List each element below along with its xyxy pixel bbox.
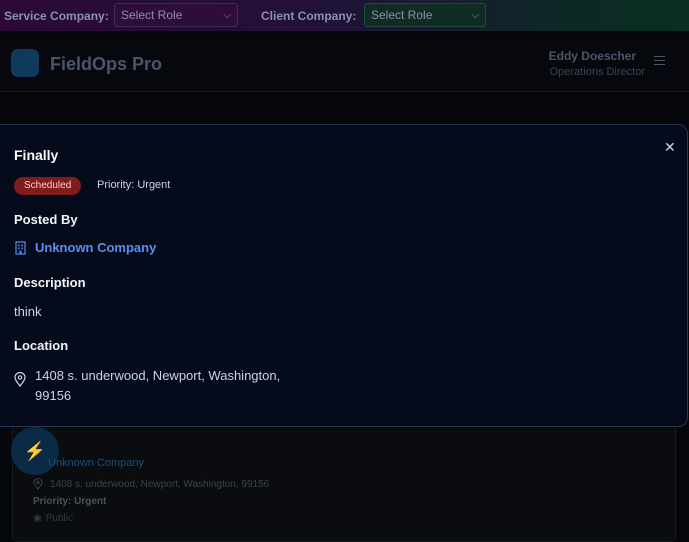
user-role: Operations Director <box>549 66 645 78</box>
status-badge: Scheduled <box>14 177 82 195</box>
role-bar: Service Company: Select Role ⌵ Client Co… <box>0 0 689 31</box>
location-pin-icon <box>33 478 43 490</box>
priority-text: Priority: Urgent <box>97 179 171 191</box>
description-text: think <box>14 304 42 319</box>
job-card-visibility-text: Public <box>45 513 73 524</box>
location-address: 1408 s. underwood, Newport, Washington, … <box>35 366 315 406</box>
location-line-2: 99156 <box>35 388 72 403</box>
client-company-select[interactable]: Select Role ⌵ <box>364 3 486 27</box>
app-header: FieldOps Pro Eddy Doescher Operations Di… <box>0 35 689 92</box>
job-card-address: 1408 s. underwood, Newport, Washington, … <box>33 478 269 490</box>
chevron-down-icon: ⌵ <box>471 9 479 21</box>
client-company-label: Client Company: <box>261 9 357 23</box>
description-heading: Description <box>14 275 86 290</box>
location-heading: Location <box>14 338 69 353</box>
service-company-select-value: Select Role <box>121 8 183 22</box>
posted-by-heading: Posted By <box>14 212 78 227</box>
app-logo[interactable] <box>11 49 39 77</box>
location-line-1: 1408 s. underwood, Newport, Washington, <box>35 368 281 383</box>
job-card-priority: Priority: Urgent <box>33 496 107 507</box>
job-card[interactable] <box>12 410 676 542</box>
close-icon[interactable]: ✕ <box>664 139 676 156</box>
menu-icon[interactable] <box>654 56 665 65</box>
service-company-label: Service Company: <box>4 9 109 23</box>
chevron-down-icon: ⌵ <box>223 9 231 21</box>
location-pin-icon <box>14 372 26 387</box>
user-name: Eddy Doescher <box>548 49 636 63</box>
job-card-visibility: ◉ Public <box>33 513 73 524</box>
app-name: FieldOps Pro <box>50 54 163 74</box>
posted-by-company-link[interactable]: Unknown Company <box>14 240 156 255</box>
company-name: Unknown Company <box>35 240 157 255</box>
location-block: 1408 s. underwood, Newport, Washington, … <box>14 366 315 406</box>
eye-icon: ◉ <box>33 513 42 524</box>
service-company-select[interactable]: Select Role ⌵ <box>114 3 238 27</box>
job-card-address-text: 1408 s. underwood, Newport, Washington, … <box>50 478 270 490</box>
job-card-company[interactable]: Unknown Company <box>48 457 144 469</box>
client-company-select-value: Select Role <box>371 8 433 22</box>
modal-title: Finally <box>14 147 59 163</box>
building-icon <box>15 240 26 255</box>
